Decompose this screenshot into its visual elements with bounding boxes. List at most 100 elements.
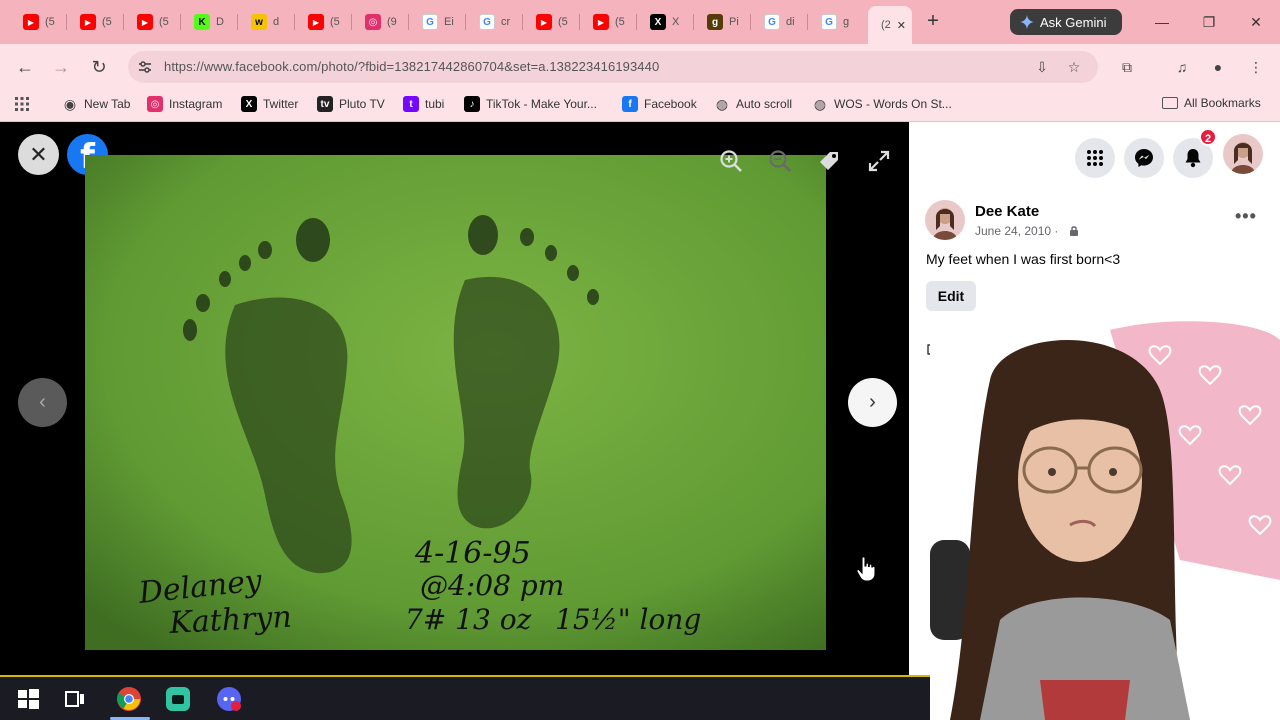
x-icon: X [241, 96, 257, 112]
photo-weight: 7# 13 oz [405, 603, 532, 636]
footprints-image: Delaney Kathryn 4-16-95 @4:08 pm 7# 13 o… [85, 155, 826, 650]
tab-title: (9 [387, 16, 397, 28]
hand-cursor-icon [856, 556, 876, 582]
menu-grid-icon[interactable] [1075, 138, 1115, 178]
tab-instagram-6[interactable]: ◎ (9 [352, 8, 408, 36]
bookmark-label: Auto scroll [736, 97, 793, 111]
pluto-tv-icon: tv [317, 96, 333, 112]
close-tab-icon[interactable]: ✕ [897, 19, 906, 32]
bookmark-pluto-tv[interactable]: tv Pluto TV [317, 96, 385, 112]
address-bar[interactable]: https://www.facebook.com/photo/?fbid=138… [128, 51, 1098, 83]
ask-gemini-label: Ask Gemini [1040, 14, 1107, 30]
tab-youtube-2[interactable]: ▶ (5 [124, 8, 180, 36]
bookmark-auto-scroll[interactable]: ◍ Auto scroll [714, 96, 792, 112]
all-bookmarks-button[interactable]: All Bookmarks [1162, 96, 1261, 110]
author-avatar[interactable] [925, 200, 965, 240]
bookmark-tubi[interactable]: t tubi [403, 96, 444, 112]
tab-kick-3[interactable]: KD [181, 8, 237, 36]
google-icon: G [422, 14, 438, 30]
zoom-out-icon[interactable] [767, 148, 793, 174]
tab-title: (5 [159, 16, 169, 28]
tab-title: d [273, 16, 280, 28]
edit-button[interactable]: Edit [926, 281, 976, 311]
bookmark-wos-words-on-st[interactable]: ◍ WOS - Words On St... [812, 96, 952, 112]
bookmark-label: New Tab [84, 97, 131, 111]
back-arrow-icon[interactable]: ← [12, 54, 38, 80]
more-options-icon[interactable]: ••• [1235, 206, 1257, 227]
extensions-icon[interactable]: ⧉ [1116, 56, 1138, 78]
zoom-in-icon[interactable] [718, 148, 744, 174]
chrome-menu-icon[interactable]: ⋮ [1245, 56, 1267, 78]
site-info-icon[interactable] [136, 58, 154, 76]
tab-google-8[interactable]: Gcr [466, 8, 522, 36]
previous-photo-button[interactable]: ‹ [18, 378, 67, 427]
photo-date: 4-16-95 [414, 536, 531, 571]
bookmark-label: TikTok - Make Your... [486, 97, 597, 111]
account-avatar[interactable] [1223, 134, 1263, 174]
tab-google-14[interactable]: Gg [808, 8, 864, 36]
restore-icon[interactable]: ❐ [1191, 8, 1227, 36]
tab-active-facebook[interactable]: (2 ✕ [868, 6, 912, 44]
tab-wordle-4[interactable]: wd [238, 8, 294, 36]
tag-icon[interactable] [816, 148, 842, 174]
tab-separator [522, 14, 523, 30]
new-tab-button[interactable]: + [920, 10, 946, 34]
tab-separator [294, 14, 295, 30]
bookmark-tiktok-make-your[interactable]: ♪ TikTok - Make Your... [464, 96, 597, 112]
bookmark-label: Pluto TV [339, 97, 385, 111]
streamlabs-icon[interactable] [165, 686, 191, 712]
profile-icon[interactable]: ● [1207, 56, 1229, 78]
tab-separator [180, 14, 181, 30]
chrome-taskbar-icon[interactable] [116, 686, 142, 712]
next-photo-button[interactable]: › [848, 378, 897, 427]
tab-youtube-5[interactable]: ▶ (5 [295, 8, 351, 36]
bookmark-facebook[interactable]: f Facebook [622, 96, 697, 112]
discord-icon[interactable] [216, 686, 242, 712]
bookmark-label: Twitter [263, 97, 299, 111]
task-view-icon[interactable] [62, 686, 88, 712]
bookmark-label: WOS - Words On St... [834, 97, 952, 111]
forward-arrow-icon[interactable]: → [48, 54, 74, 80]
tiktok-icon: ♪ [464, 96, 480, 112]
messenger-icon[interactable] [1124, 138, 1164, 178]
tab-title: cr [501, 16, 511, 28]
bookmark-star-icon[interactable]: ☆ [1064, 57, 1084, 77]
tubi-icon: t [403, 96, 419, 112]
media-controls-icon[interactable]: ♫ [1171, 56, 1193, 78]
windows-taskbar [0, 675, 930, 720]
google-icon: G [764, 14, 780, 30]
url-text: https://www.facebook.com/photo/?fbid=138… [164, 59, 660, 74]
bookmark-label: Facebook [644, 97, 697, 111]
bookmark-twitter[interactable]: X Twitter [241, 96, 298, 112]
install-app-icon[interactable]: ⇩ [1032, 57, 1052, 77]
instagram-icon: ◎ [147, 96, 163, 112]
tab-youtube-10[interactable]: ▶ (5 [580, 8, 636, 36]
reload-icon[interactable]: ↻ [86, 54, 112, 80]
tab-x-11[interactable]: XX [637, 8, 693, 36]
bookmark-instagram[interactable]: ◎ Instagram [147, 96, 222, 112]
privacy-lock-icon[interactable] [1069, 225, 1079, 236]
ask-gemini-button[interactable]: Ask Gemini [1010, 9, 1122, 35]
post-date[interactable]: June 24, 2010 · [975, 224, 1058, 238]
tab-google-13[interactable]: Gdi [751, 8, 807, 36]
fullscreen-icon[interactable] [866, 148, 892, 174]
close-viewer-button[interactable]: ✕ [18, 134, 59, 175]
tab-separator [750, 14, 751, 30]
all-bookmarks-label: All Bookmarks [1184, 96, 1261, 110]
bookmark-new-tab[interactable]: ◉ New Tab [62, 96, 131, 112]
tab-separator [408, 14, 409, 30]
tab-goodreads-12[interactable]: g Pi [694, 8, 750, 36]
goodreads-icon: g [707, 14, 723, 30]
minimize-icon[interactable]: — [1144, 8, 1180, 36]
windows-start-icon[interactable] [15, 686, 41, 712]
tab-youtube-9[interactable]: ▶ (5 [523, 8, 579, 36]
author-name[interactable]: Dee Kate [975, 203, 1039, 220]
close-window-icon[interactable]: ✕ [1238, 8, 1274, 36]
apps-grid-icon[interactable] [14, 96, 30, 112]
google-icon: G [479, 14, 495, 30]
tab-google-7[interactable]: G Ei [409, 8, 465, 36]
post-caption: My feet when I was first born<3 [926, 251, 1121, 267]
tab-youtube-1[interactable]: ▶ (5 [67, 8, 123, 36]
tab-separator [636, 14, 637, 30]
tab-youtube-0[interactable]: ▶ (5 [10, 8, 66, 36]
